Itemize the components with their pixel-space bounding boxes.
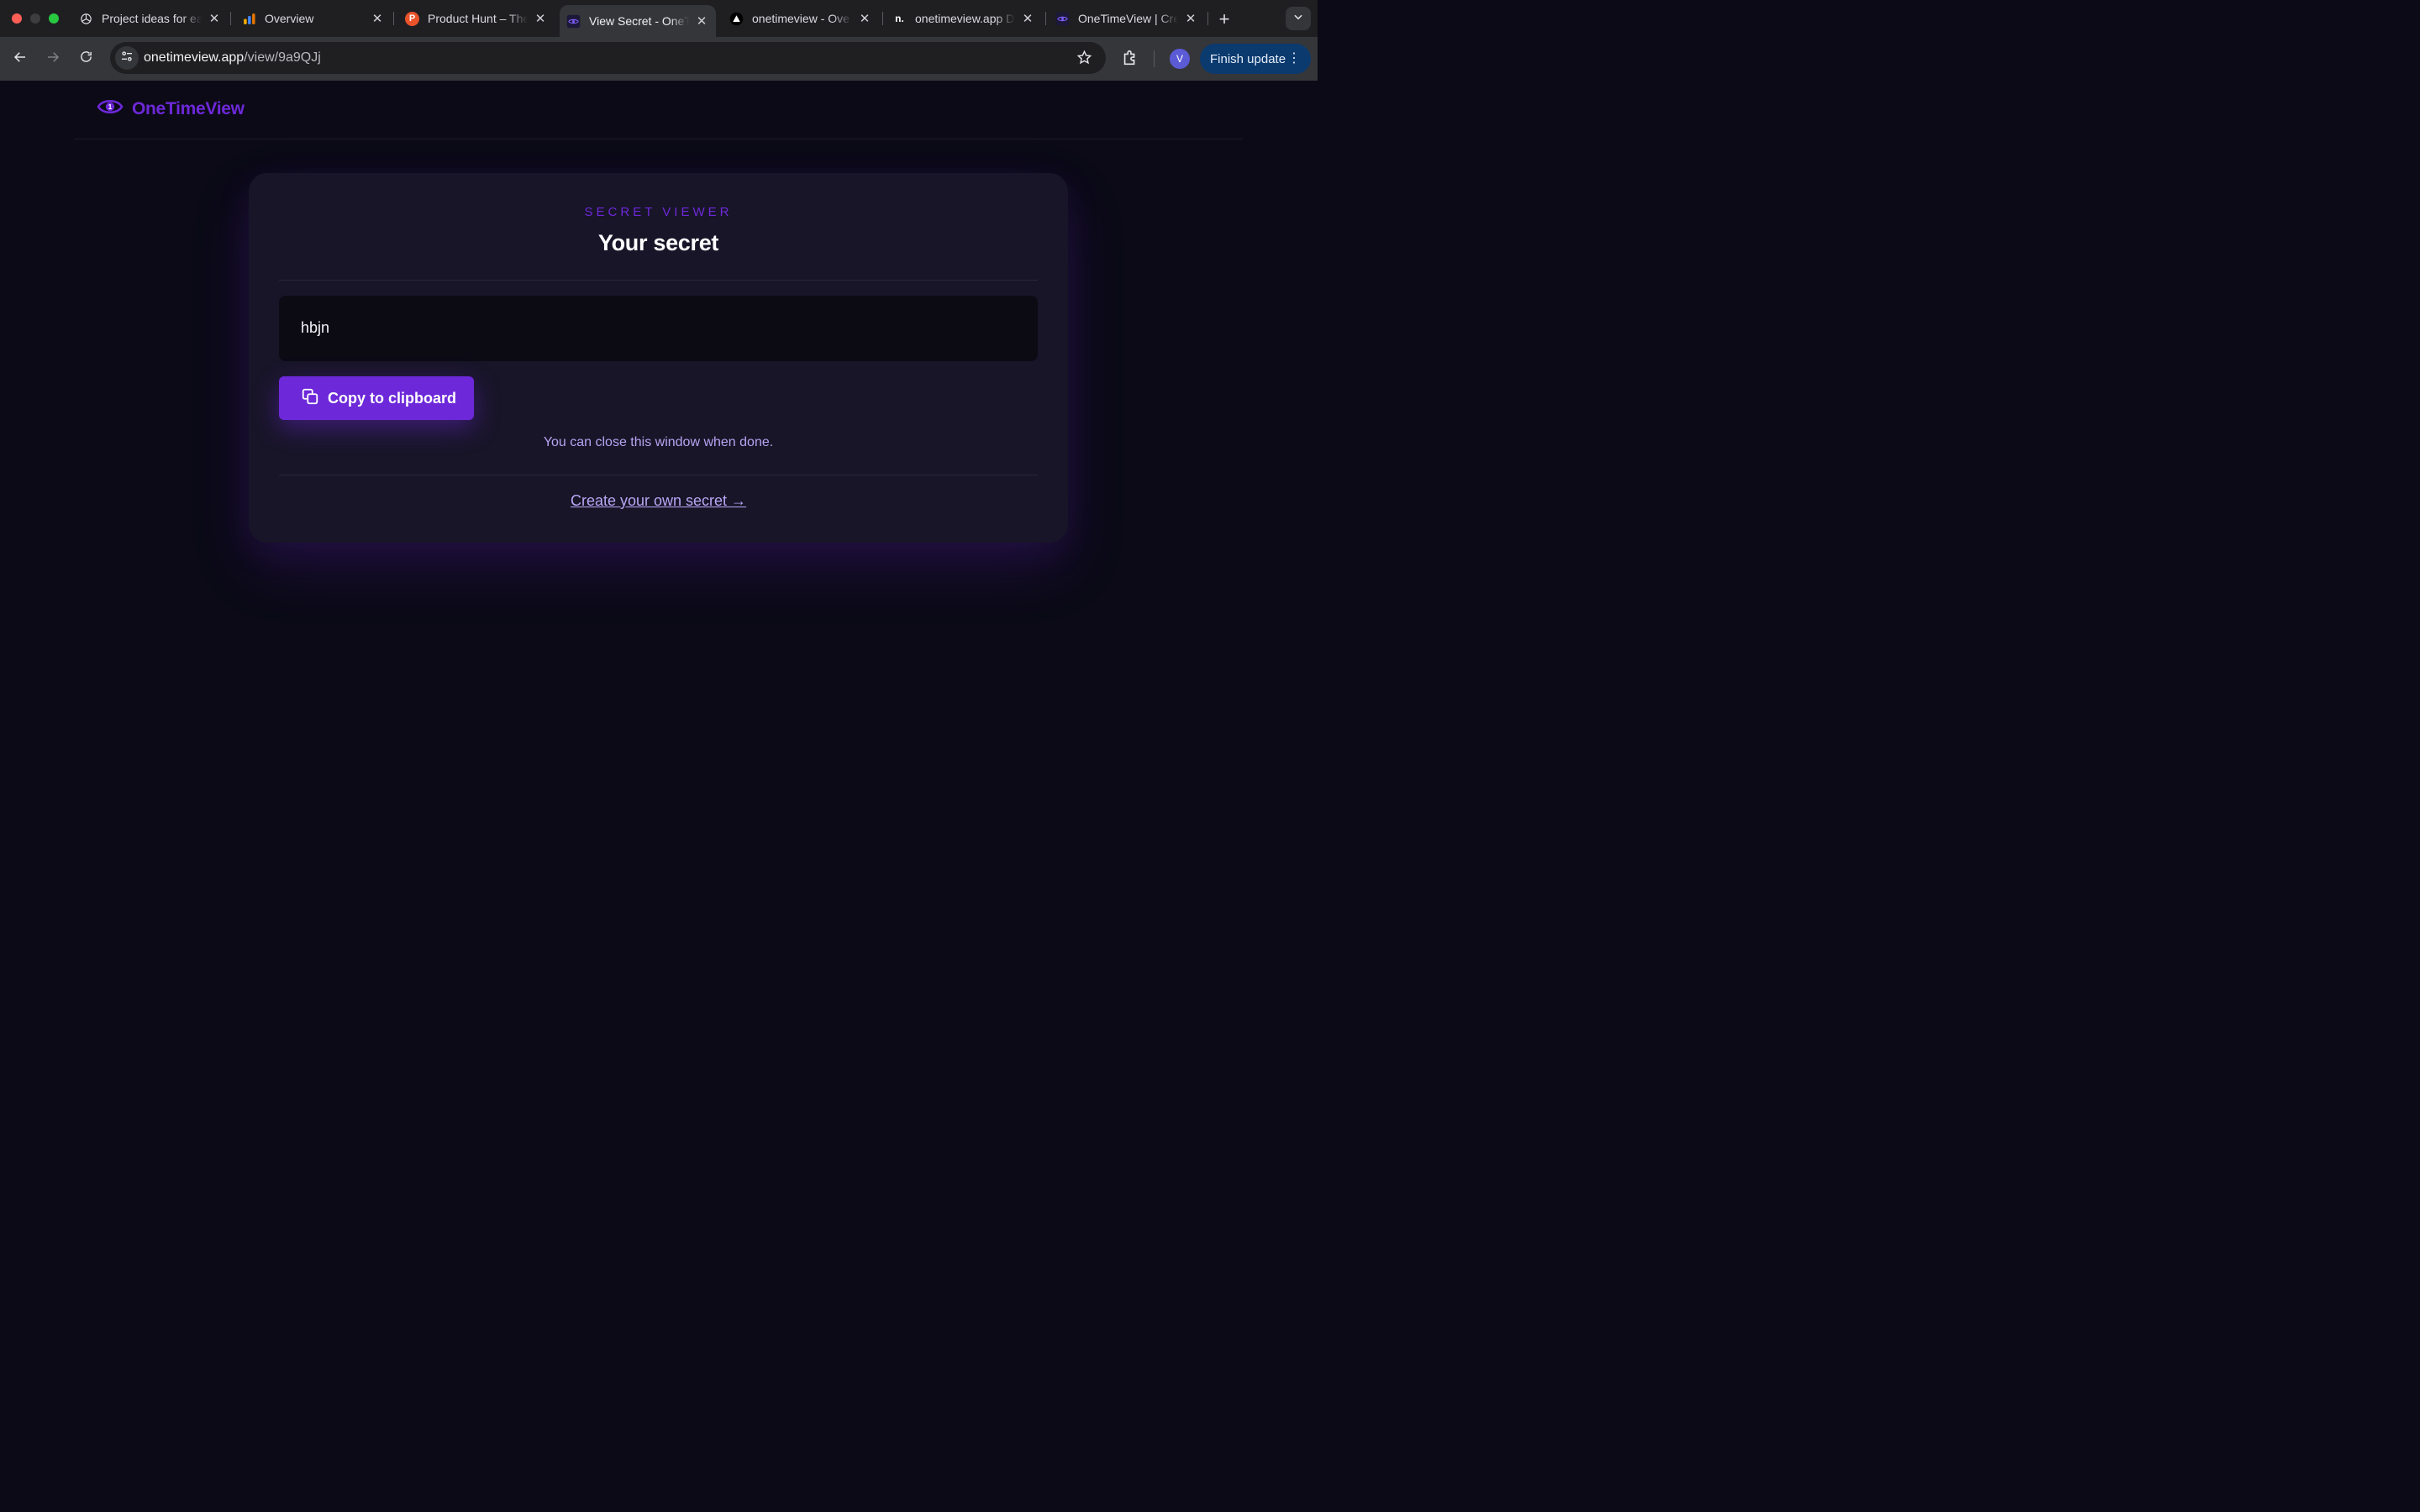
window-controls	[12, 13, 59, 24]
copy-icon	[301, 387, 319, 410]
tab-search-button[interactable]	[1286, 7, 1311, 30]
tab-product-hunt[interactable]: P Product Hunt – The ✕	[398, 5, 555, 32]
close-tab-icon[interactable]: ✕	[696, 13, 708, 29]
tab-view-secret[interactable]: View Secret - OneT ✕	[560, 5, 716, 37]
tab-title: OneTimeView | Cre	[1078, 12, 1178, 25]
site-logo[interactable]: 1 OneTimeView	[97, 97, 245, 120]
url-text[interactable]: onetimeview.app/view/9a9QJj	[144, 50, 321, 66]
create-secret-link-text[interactable]: Create your own secret →	[571, 492, 746, 509]
divider	[279, 280, 1038, 281]
toolbar-separator	[1154, 50, 1155, 67]
svg-text:1: 1	[108, 103, 113, 111]
copy-button-label: Copy to clipboard	[328, 389, 456, 407]
vercel-icon	[729, 12, 744, 26]
tab-title: Project ideas for ea	[102, 12, 202, 25]
tab-namecheap[interactable]: n. onetimeview.app D ✕	[886, 5, 1042, 32]
url-host: onetimeview.app	[144, 50, 245, 65]
chevron-down-icon	[1292, 11, 1304, 27]
close-tab-icon[interactable]: ✕	[371, 11, 383, 26]
eye-logo-icon: 1	[97, 97, 124, 120]
bookmark-star-icon[interactable]	[1076, 50, 1092, 70]
tab-overview[interactable]: Overview ✕	[235, 5, 392, 32]
new-tab-button[interactable]: +	[1215, 8, 1234, 30]
profile-avatar[interactable]: V	[1170, 49, 1190, 69]
close-tab-icon[interactable]: ✕	[208, 11, 220, 26]
product-hunt-icon: P	[405, 11, 419, 26]
tab-vercel[interactable]: onetimeview - Ove ✕	[723, 5, 879, 32]
finish-update-button[interactable]: Finish update ⋮	[1200, 44, 1311, 74]
extensions-icon[interactable]	[1121, 49, 1139, 71]
finish-update-label: Finish update	[1210, 51, 1286, 66]
browser-window: Project ideas for ea ✕ Overview ✕ P Prod…	[0, 0, 1318, 823]
eye-icon	[566, 14, 581, 29]
close-window-button[interactable]	[12, 13, 22, 24]
close-tab-icon[interactable]: ✕	[1185, 11, 1197, 26]
page-title: Your secret	[597, 230, 719, 255]
tab-separator	[882, 12, 883, 25]
tab-title: View Secret - OneT	[589, 14, 689, 28]
card-eyebrow: SECRET VIEWER	[584, 205, 733, 219]
tab-title: Product Hunt – The	[428, 12, 528, 25]
close-tab-icon[interactable]: ✕	[1022, 11, 1034, 26]
analytics-icon	[242, 12, 256, 26]
url-path: /view/9a9QJj	[244, 50, 321, 65]
openai-icon	[79, 12, 93, 26]
browser-toolbar: onetimeview.app/view/9a9QJj V Finish upd…	[0, 37, 1318, 81]
back-button[interactable]	[10, 49, 30, 69]
site-info-button[interactable]	[115, 46, 139, 70]
secret-value-box[interactable]: hbjn	[279, 296, 1038, 361]
tab-separator	[230, 12, 231, 25]
copy-to-clipboard-button[interactable]: Copy to clipboard	[279, 376, 474, 420]
close-tab-icon[interactable]: ✕	[859, 11, 871, 26]
eye-icon	[1055, 12, 1070, 26]
address-bar[interactable]: onetimeview.app/view/9a9QJj	[110, 42, 1106, 74]
minimize-window-button[interactable]	[30, 13, 40, 24]
tab-strip: Project ideas for ea ✕ Overview ✕ P Prod…	[0, 0, 1318, 37]
reload-button[interactable]	[76, 49, 96, 69]
tab-separator	[1207, 12, 1208, 25]
site-header: 1 OneTimeView	[74, 81, 1243, 139]
reload-icon	[79, 50, 93, 68]
page-content: 1 OneTimeView SECRET VIEWER Your secret …	[0, 81, 1318, 823]
maximize-window-button[interactable]	[49, 13, 59, 24]
forward-button[interactable]	[43, 49, 63, 69]
tab-separator	[1045, 12, 1046, 25]
tab-separator	[393, 12, 394, 25]
tab-onetimeview-create[interactable]: OneTimeView | Cre ✕	[1049, 5, 1205, 32]
tab-title: Overview	[265, 12, 314, 25]
namecheap-icon: n.	[895, 13, 904, 24]
tune-icon	[120, 50, 134, 67]
close-window-note: You can close this window when done.	[543, 435, 774, 449]
create-secret-link: Create your own secret →	[249, 492, 1068, 510]
arrow-left-icon	[13, 50, 28, 69]
logo-text: OneTimeView	[132, 98, 245, 118]
tab-title: onetimeview - Ove	[752, 12, 850, 25]
arrow-right-icon	[45, 50, 60, 69]
more-vertical-icon: ⋮	[1287, 51, 1301, 66]
tab-title: onetimeview.app D	[915, 12, 1015, 25]
close-tab-icon[interactable]: ✕	[534, 11, 546, 26]
secret-card: SECRET VIEWER Your secret hbjn Copy to c…	[249, 173, 1068, 543]
tab-project-ideas[interactable]: Project ideas for ea ✕	[72, 5, 229, 32]
